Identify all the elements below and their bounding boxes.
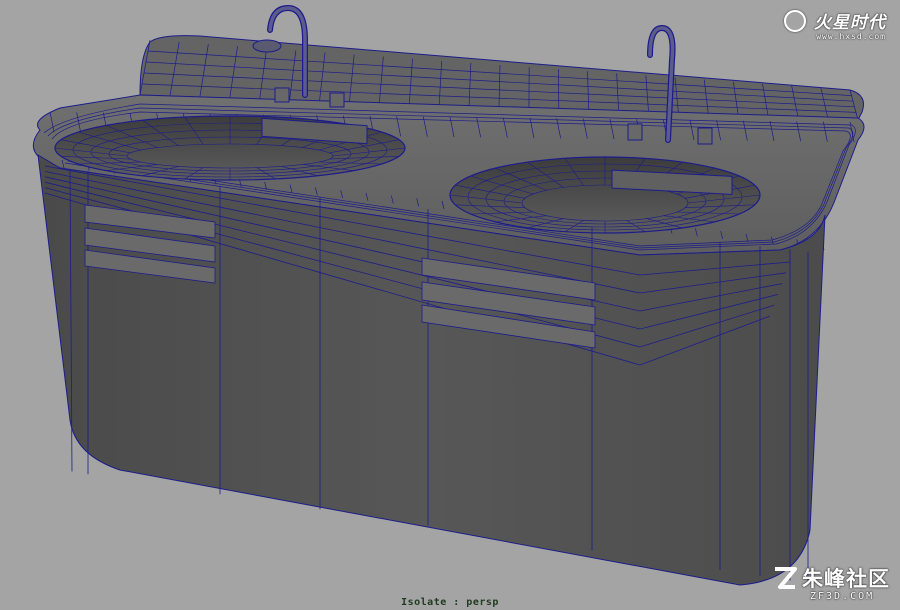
- watermark-bottom-title: 朱峰社区: [802, 567, 890, 591]
- perspective-viewport[interactable]: 火星时代 www.hxsd.com 朱峰社区 ZF3D.COM Isolate …: [0, 0, 900, 610]
- sink-vanity-mesh: [32, 4, 865, 586]
- watermark-top-url: www.hxsd.com: [816, 32, 886, 41]
- watermark-top: 火星时代 www.hxsd.com: [783, 8, 886, 41]
- watermark-top-title: 火星时代: [814, 13, 886, 33]
- z-logo-icon: [775, 567, 797, 589]
- viewport-hud-label: Isolate : persp: [401, 597, 499, 608]
- swirl-logo-icon: [783, 9, 806, 32]
